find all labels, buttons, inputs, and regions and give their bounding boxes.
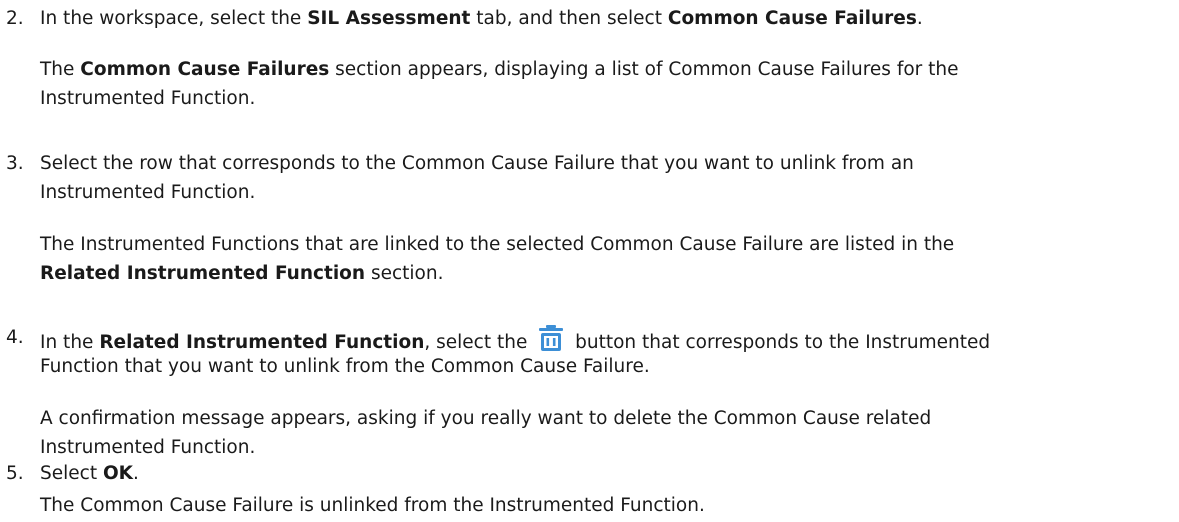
ui-term-ok: OK [102, 463, 134, 484]
step-result-line: Instrumented Function. [40, 88, 256, 109]
step-instruction-line: Instrumented Function. [40, 182, 256, 203]
step-instruction: In the workspace, select the SIL Assessm… [40, 8, 923, 29]
step-number: 4. [6, 327, 24, 348]
trash-icon [536, 323, 566, 353]
ui-term-related-instrumented-function: Related Instrumented Function [99, 332, 425, 353]
step-instruction: Select OK. [40, 463, 139, 484]
step-result: A confirmation message appears, asking i… [40, 408, 932, 429]
ui-term-common-cause-failures: Common Cause Failures [80, 59, 330, 80]
step-number: 5. [6, 463, 24, 484]
step-number: 2. [6, 8, 24, 29]
step-number: 3. [6, 153, 24, 174]
ui-term-related-instrumented-function: Related Instrumented Function [40, 263, 366, 284]
step-result: The Common Cause Failure is unlinked fro… [40, 495, 705, 516]
step-result: The Common Cause Failures section appear… [40, 59, 959, 80]
ui-term-sil-assessment: SIL Assessment [307, 8, 471, 29]
step-result-line: Instrumented Function. [40, 437, 256, 458]
step-instruction: Select the row that corresponds to the C… [40, 153, 914, 174]
ui-term-common-cause-failures: Common Cause Failures [667, 8, 917, 29]
step-result: The Instrumented Functions that are link… [40, 234, 955, 255]
step-instruction-line: Function that you want to unlink from th… [40, 356, 650, 377]
step-result-line: Related Instrumented Function section. [40, 263, 444, 284]
